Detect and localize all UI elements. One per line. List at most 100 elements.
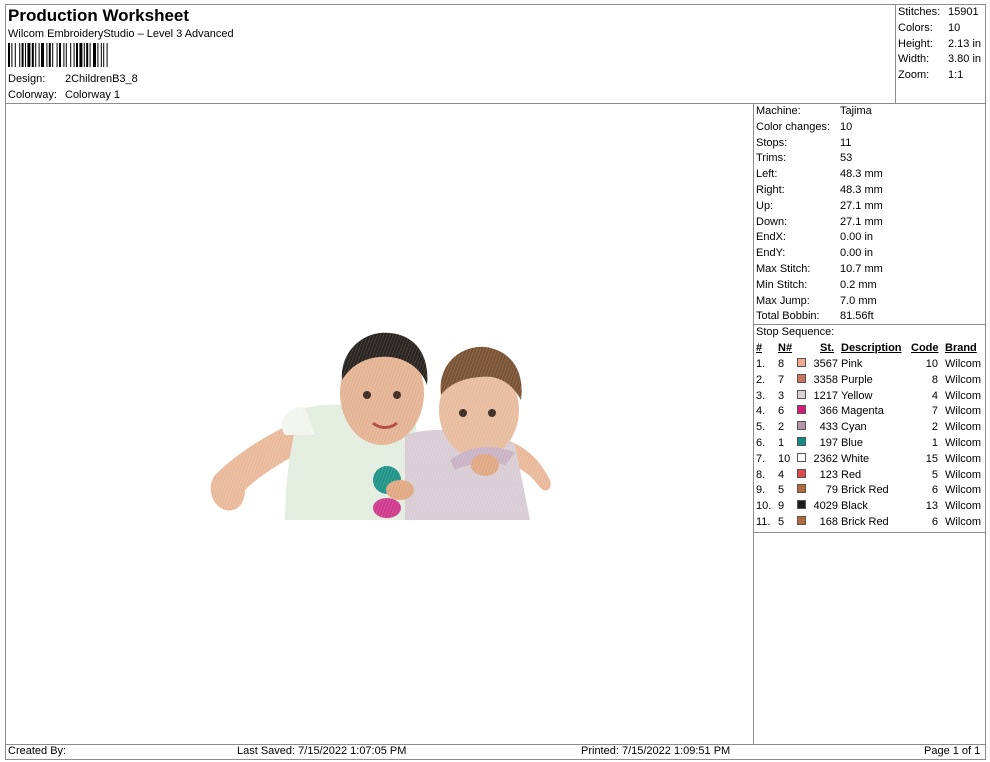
- machine-stat-value: 81.56ft: [840, 310, 874, 323]
- colorway-value: Colorway 1: [65, 89, 121, 101]
- row-needle: 5: [778, 484, 785, 497]
- machine-stat-row: EndX: 0.00 in: [756, 231, 986, 246]
- row-num: 10.: [756, 500, 772, 513]
- machine-stat-label: Min Stitch:: [756, 278, 808, 291]
- row-brand: Wilcom: [945, 500, 982, 513]
- software-name: Wilcom EmbroideryStudio – Level 3 Advanc…: [8, 28, 234, 40]
- row-brand: Wilcom: [945, 405, 982, 418]
- summary-row: Height: 2.13 in: [898, 38, 988, 53]
- summary-row: Stitches: 15901: [898, 6, 988, 21]
- row-description: White: [841, 452, 870, 465]
- summary-label: Width:: [898, 53, 930, 66]
- color-swatch-icon: [797, 421, 806, 431]
- row-stitches: 2362: [813, 452, 838, 465]
- row-description: Purple: [841, 373, 873, 386]
- table-row: 1. 8 3567 Pink 10 Wilcom: [756, 358, 986, 373]
- table-row: 3. 3 1217 Yellow 4 Wilcom: [756, 389, 986, 405]
- row-num: 11.: [756, 516, 771, 528]
- design-label: Design:: [8, 73, 46, 85]
- row-needle: 4: [778, 468, 785, 481]
- row-stitches: 168: [819, 516, 838, 528]
- stop-sequence-title: Stop Sequence:: [756, 326, 835, 338]
- table-row: 10. 9 4029 Black 13 Wilcom: [756, 500, 986, 515]
- row-code: 10: [925, 358, 938, 370]
- color-swatch-icon: [797, 516, 806, 525]
- row-needle: 8: [778, 358, 785, 370]
- row-stitches: 366: [819, 405, 838, 418]
- row-num: 6.: [756, 437, 766, 449]
- row-code: 1: [931, 437, 938, 449]
- row-brand: Wilcom: [945, 373, 982, 386]
- machine-stat-value: 48.3 mm: [840, 168, 883, 181]
- machine-stat-label: Trims:: [756, 152, 787, 165]
- row-num: 9.: [756, 484, 766, 497]
- machine-stat-value: 48.3 mm: [840, 184, 883, 196]
- row-num: 3.: [756, 389, 766, 402]
- color-swatch-icon: [797, 405, 806, 415]
- table-row: 9. 5 79 Brick Red 6 Wilcom: [756, 484, 986, 499]
- row-description: Brick Red: [841, 516, 889, 528]
- embroidery-design-preview-icon: [205, 325, 555, 525]
- row-stitches: 433: [819, 421, 838, 434]
- machine-stat-value: 10: [840, 120, 853, 133]
- row-description: Brick Red: [841, 484, 889, 497]
- machine-stat-row: Max Stitch: 10.7 mm: [756, 263, 986, 278]
- summary-label: Height:: [898, 37, 933, 50]
- summary-value: 10: [948, 21, 961, 34]
- row-brand: Wilcom: [945, 452, 982, 465]
- summary-row: Zoom: 1:1: [898, 69, 988, 84]
- row-needle: 7: [778, 373, 785, 386]
- col-header-num: #: [756, 342, 763, 354]
- summary-label: Stitches:: [898, 6, 941, 18]
- table-row: 2. 7 3358 Purple 8 Wilcom: [756, 373, 986, 389]
- page-title: Production Worksheet: [8, 6, 190, 25]
- row-stitches: 197: [819, 437, 838, 449]
- machine-stat-label: Color changes:: [756, 120, 830, 133]
- stop-sequence-header: # N# St. Description Code Brand: [756, 342, 986, 357]
- color-swatch-icon: [797, 437, 806, 446]
- color-swatch-icon: [797, 484, 806, 494]
- machine-stat-row: Color changes: 10: [756, 121, 986, 136]
- row-stitches: 79: [825, 484, 838, 497]
- machine-stat-value: 7.0 mm: [840, 294, 877, 307]
- machine-stat-label: Right:: [756, 184, 785, 196]
- row-needle: 2: [778, 421, 785, 434]
- row-code: 6: [931, 516, 938, 528]
- color-swatch-icon: [797, 500, 806, 510]
- created-by: Created By:: [8, 745, 67, 757]
- row-needle: 5: [778, 516, 785, 528]
- row-brand: Wilcom: [945, 421, 982, 434]
- table-row: 11. 5 168 Brick Red 6 Wilcom: [756, 516, 986, 531]
- row-description: Cyan: [841, 421, 867, 434]
- row-needle: 6: [778, 405, 785, 418]
- row-brand: Wilcom: [945, 484, 982, 497]
- machine-stat-row: Up: 27.1 mm: [756, 200, 986, 215]
- row-description: Yellow: [841, 389, 873, 402]
- colorway-label: Colorway:: [8, 89, 57, 101]
- table-row: 7. 10 2362 White 15 Wilcom: [756, 452, 986, 468]
- row-code: 15: [925, 452, 938, 465]
- row-brand: Wilcom: [945, 389, 982, 402]
- machine-stat-row: Machine: Tajima: [756, 105, 986, 120]
- machine-stat-row: Down: 27.1 mm: [756, 216, 986, 231]
- table-row: 4. 6 366 Magenta 7 Wilcom: [756, 405, 986, 420]
- color-swatch-icon: [797, 468, 806, 478]
- table-row: 8. 4 123 Red 5 Wilcom: [756, 468, 986, 484]
- row-description: Red: [841, 468, 862, 481]
- machine-stat-value: 0.00 in: [840, 247, 874, 260]
- row-description: Black: [841, 500, 868, 513]
- row-code: 4: [931, 389, 938, 402]
- row-num: 2.: [756, 373, 766, 386]
- col-header-st: St.: [820, 342, 835, 354]
- row-num: 5.: [756, 421, 766, 434]
- row-brand: Wilcom: [945, 468, 982, 481]
- table-row: 5. 2 433 Cyan 2 Wilcom: [756, 421, 986, 436]
- machine-stat-row: Right: 48.3 mm: [756, 184, 986, 199]
- machine-stat-row: Total Bobbin: 81.56ft: [756, 310, 986, 325]
- summary-value: 2.13 in: [948, 37, 982, 50]
- machine-stat-row: EndY: 0.00 in: [756, 247, 986, 262]
- machine-stat-row: Max Jump: 7.0 mm: [756, 295, 986, 310]
- machine-stat-value: 10.7 mm: [840, 263, 883, 275]
- machine-stat-value: 0.2 mm: [840, 278, 877, 291]
- machine-stat-row: Stops: 11: [756, 137, 986, 152]
